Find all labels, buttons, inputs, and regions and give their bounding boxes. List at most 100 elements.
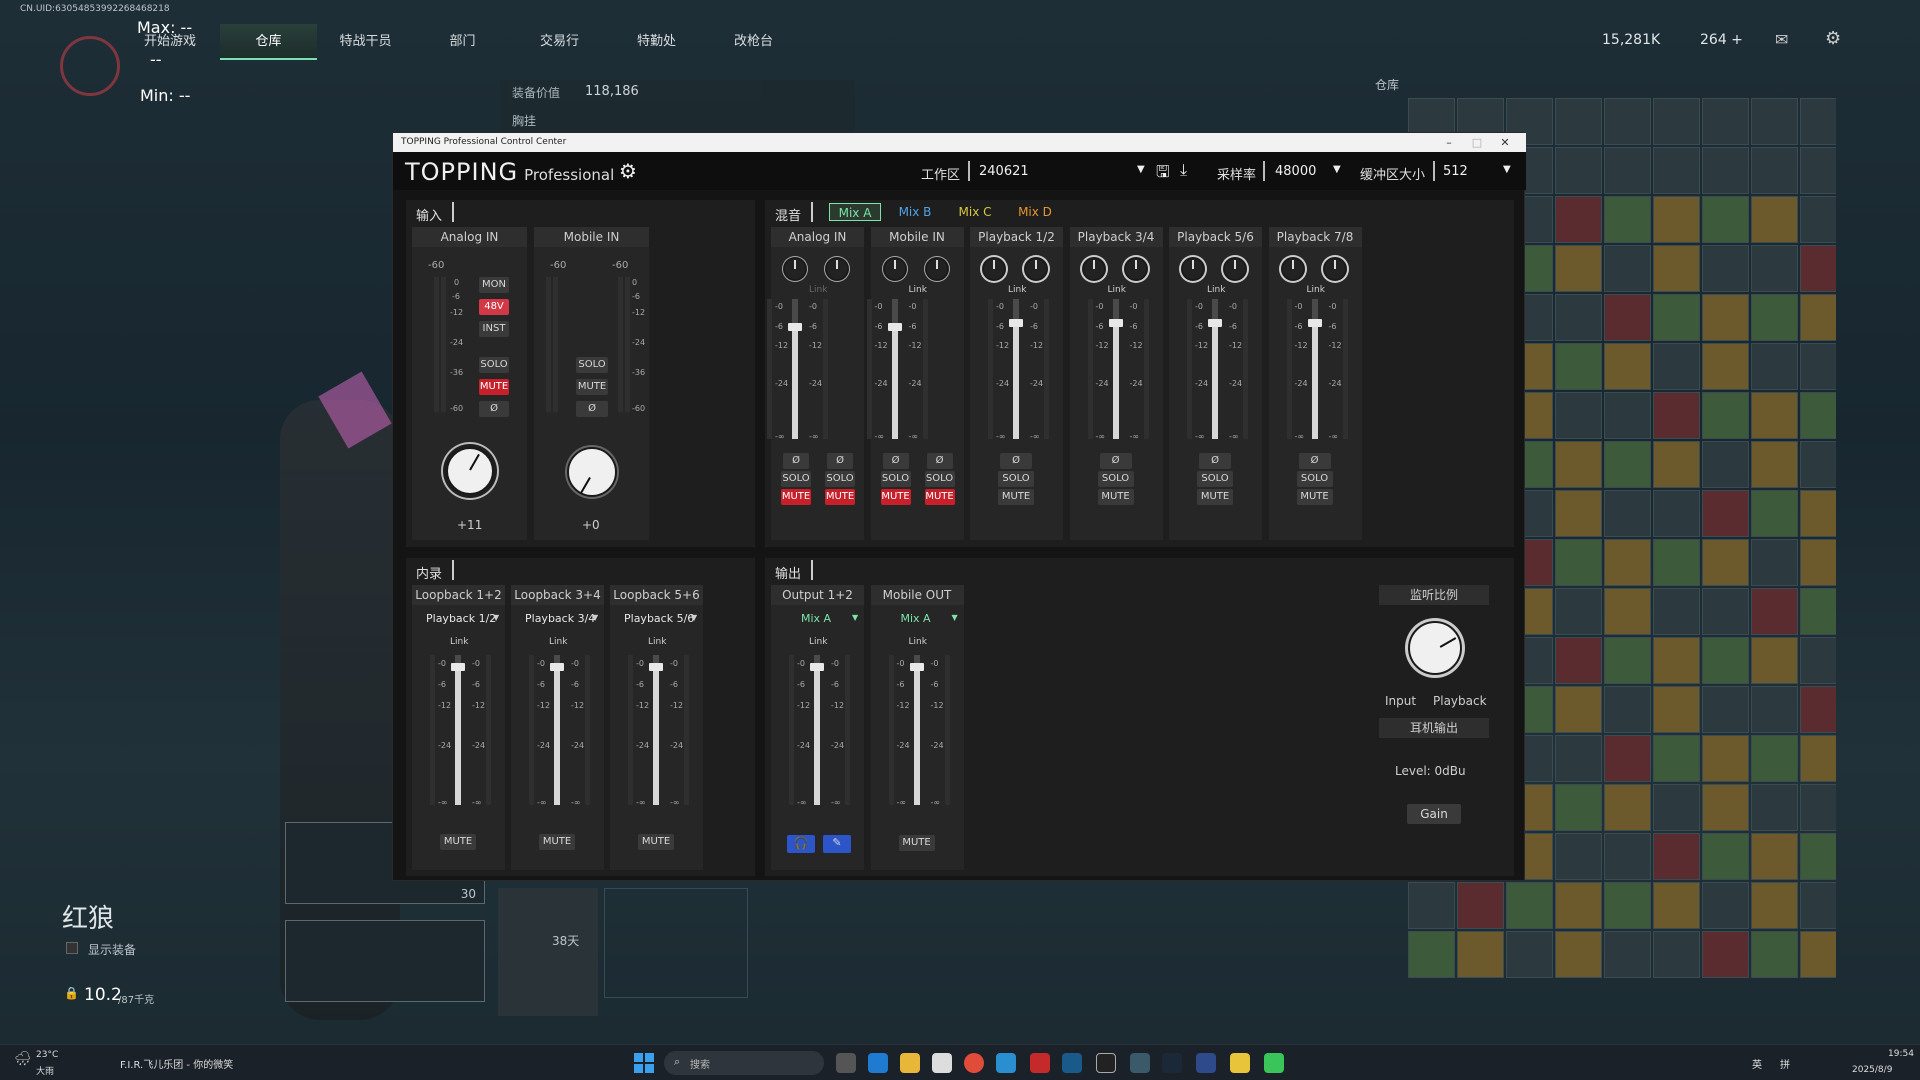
weapon-slot-2[interactable]	[285, 920, 485, 1002]
inventory-slot[interactable]	[1408, 931, 1455, 978]
topping-taskbar-icon[interactable]	[1096, 1053, 1116, 1073]
inst-button[interactable]: INST	[479, 321, 509, 337]
inventory-slot[interactable]	[1702, 735, 1749, 782]
pan-knob[interactable]	[1081, 257, 1106, 281]
inventory-slot[interactable]	[1653, 588, 1700, 635]
nav-start[interactable]: 开始游戏	[120, 24, 220, 60]
inventory-slot[interactable]	[1555, 784, 1602, 831]
pan-knob[interactable]	[1280, 257, 1305, 281]
inventory-slot[interactable]	[1604, 196, 1651, 243]
inventory-slot[interactable]	[1604, 147, 1651, 194]
buffer-dropdown-icon[interactable]: ▼	[1503, 164, 1511, 175]
pan-knob[interactable]	[1322, 257, 1347, 281]
inventory-slot[interactable]	[1506, 882, 1553, 929]
inventory-slot[interactable]	[1702, 784, 1749, 831]
inventory-slot[interactable]	[1653, 392, 1700, 439]
inventory-slot[interactable]	[1653, 686, 1700, 733]
download-icon[interactable]: ⤓	[1180, 160, 1187, 180]
inventory-slot[interactable]	[1800, 833, 1836, 880]
mute-button[interactable]: MUTE	[1296, 489, 1333, 505]
show-equip-checkbox[interactable]	[66, 942, 78, 954]
inventory-slot[interactable]	[1751, 441, 1798, 488]
inventory-slot[interactable]	[1653, 147, 1700, 194]
gain-button[interactable]: Gain	[1407, 804, 1461, 824]
phase-button[interactable]: Ø	[827, 453, 853, 469]
fader-knob[interactable]	[810, 663, 824, 671]
nav-warehouse[interactable]: 仓库	[220, 24, 317, 60]
inventory-slot[interactable]	[1457, 882, 1504, 929]
inventory-slot[interactable]	[1653, 882, 1700, 929]
edge-browser-icon[interactable]	[868, 1053, 888, 1073]
phase-button[interactable]: Ø	[576, 401, 608, 417]
inventory-slot[interactable]	[1702, 294, 1749, 341]
chrome-icon[interactable]	[964, 1053, 984, 1073]
samplerate-dropdown-icon[interactable]: ▼	[1333, 164, 1341, 175]
inventory-slot[interactable]	[1800, 245, 1836, 292]
game-taskbar-icon[interactable]	[1130, 1053, 1150, 1073]
inventory-slot[interactable]	[1702, 196, 1749, 243]
phase-button[interactable]: Ø	[1000, 453, 1032, 469]
mute-button[interactable]: MUTE	[1197, 489, 1233, 505]
link-label[interactable]: Link	[909, 637, 927, 647]
inventory-slot[interactable]	[1751, 686, 1798, 733]
phase-button[interactable]: Ø	[926, 453, 953, 469]
dropdown-arrow-icon[interactable]: ▼	[852, 613, 858, 622]
inventory-slot[interactable]	[1702, 98, 1749, 145]
inventory-slot[interactable]	[1751, 833, 1798, 880]
inventory-slot[interactable]	[1751, 588, 1798, 635]
link-label[interactable]: Link	[809, 637, 827, 647]
monitor-ratio-knob[interactable]	[1408, 621, 1462, 675]
inventory-slot[interactable]	[1604, 294, 1651, 341]
inventory-slot[interactable]	[1604, 735, 1651, 782]
nav-gunsmith[interactable]: 改枪台	[705, 24, 802, 60]
buffer-value[interactable]: 512	[1443, 164, 1468, 179]
inventory-slot[interactable]	[1555, 245, 1602, 292]
inventory-slot[interactable]	[1555, 588, 1602, 635]
inventory-slot[interactable]	[1702, 245, 1749, 292]
fader-knob[interactable]	[1108, 318, 1123, 327]
steam-icon[interactable]	[1162, 1053, 1182, 1073]
fader-knob[interactable]	[887, 323, 902, 331]
link-label[interactable]: Link	[450, 637, 468, 647]
inventory-slot[interactable]	[1751, 784, 1798, 831]
mute-button[interactable]: MUTE	[880, 489, 911, 505]
dropdown-arrow-icon[interactable]: ▼	[952, 613, 958, 622]
dropdown-arrow-icon[interactable]: ▼	[592, 613, 598, 622]
inventory-slot[interactable]	[1751, 196, 1798, 243]
save-icon[interactable]: 🖫	[1156, 161, 1170, 188]
inventory-slot[interactable]	[1751, 735, 1798, 782]
fader-knob[interactable]	[451, 663, 465, 671]
inventory-slot[interactable]	[1751, 392, 1798, 439]
inventory-slot[interactable]	[1702, 588, 1749, 635]
inventory-slot[interactable]	[1604, 882, 1651, 929]
source-dropdown[interactable]: Mix A	[801, 612, 831, 625]
inventory-slot[interactable]	[1555, 98, 1602, 145]
file-explorer-icon[interactable]	[900, 1053, 920, 1073]
ime-lang[interactable]: 英	[1752, 1056, 1762, 1071]
inventory-slot[interactable]	[1800, 735, 1836, 782]
backpack-slot[interactable]: 38天	[498, 888, 598, 1016]
inventory-slot[interactable]	[1653, 490, 1700, 537]
mute-button[interactable]: MUTE	[825, 489, 855, 505]
inventory-slot[interactable]	[1751, 98, 1798, 145]
link-label[interactable]: Link	[1008, 285, 1026, 295]
inventory-slot[interactable]	[1555, 833, 1602, 880]
mix-tab-2[interactable]: Mix C	[949, 203, 1001, 221]
inventory-slot[interactable]	[1702, 882, 1749, 929]
source-dropdown[interactable]: Mix A	[901, 612, 931, 625]
inventory-slot[interactable]	[1702, 441, 1749, 488]
source-dropdown[interactable]: Playback 5/6	[624, 612, 694, 625]
link-label[interactable]: Link	[809, 285, 827, 295]
mix-tab-0[interactable]: Mix A	[829, 203, 881, 221]
fader-knob[interactable]	[909, 663, 924, 671]
inventory-slot[interactable]	[1604, 441, 1651, 488]
inventory-slot[interactable]	[1604, 98, 1651, 145]
inventory-slot[interactable]	[1555, 931, 1602, 978]
mute-button[interactable]: MUTE	[898, 835, 935, 851]
store-icon[interactable]	[932, 1053, 952, 1073]
media-title[interactable]: F.I.R.飞儿乐团 - 你的微笑	[120, 1056, 233, 1071]
inventory-slot[interactable]	[1408, 882, 1455, 929]
solo-button[interactable]: SOLO	[781, 471, 811, 487]
inventory-slot[interactable]	[1702, 637, 1749, 684]
clock-date[interactable]: 2025/8/9	[1852, 1065, 1892, 1075]
